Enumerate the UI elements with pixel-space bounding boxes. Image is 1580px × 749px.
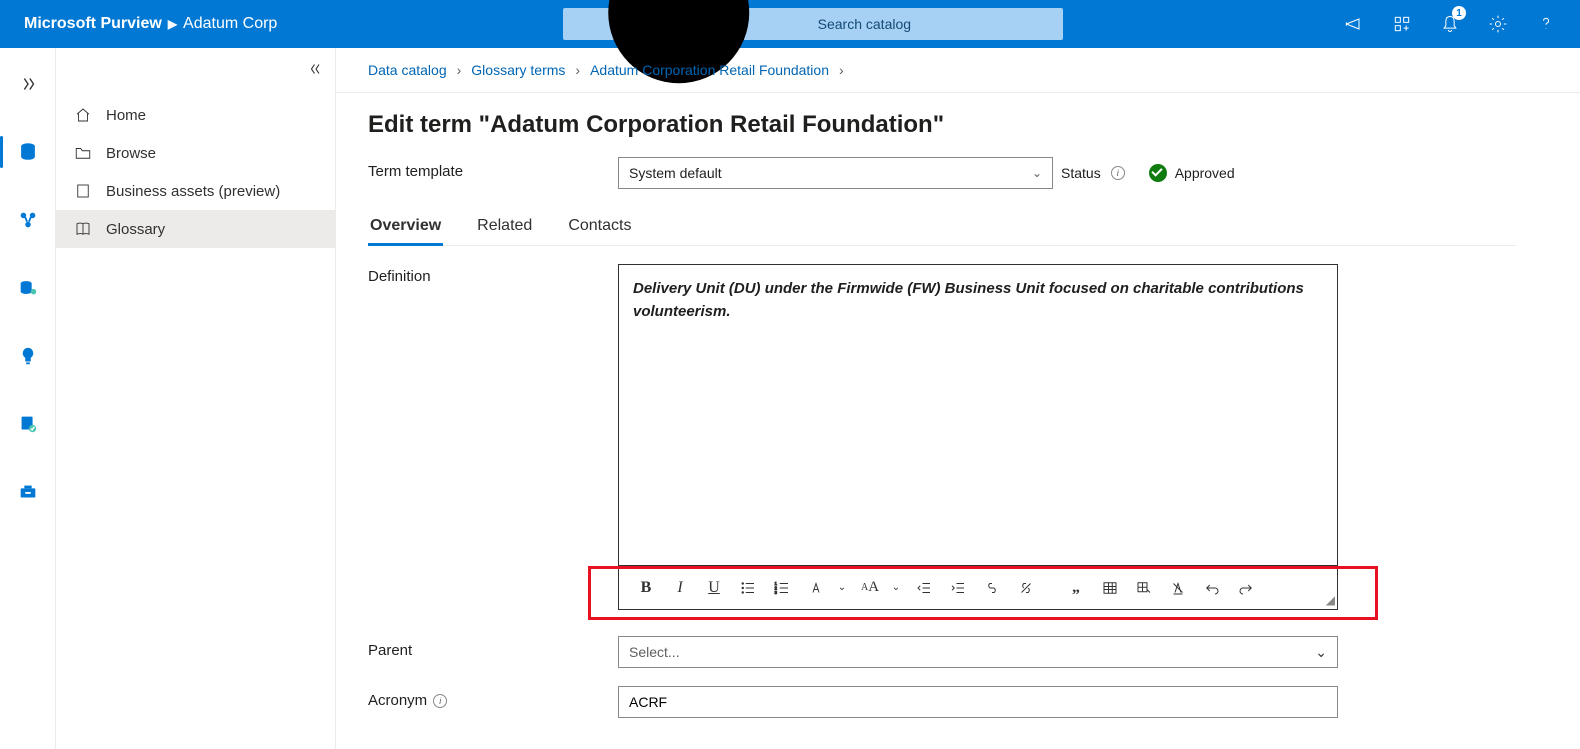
link-button[interactable] [979,574,1005,602]
undo-button[interactable] [1199,574,1225,602]
dropdown-value: System default [629,165,722,181]
chevron-right-icon: ▶ [168,17,177,31]
breadcrumb: Data catalog › Glossary terms › Adatum C… [336,48,1580,93]
select-placeholder: Select... [629,644,680,660]
settings-icon[interactable] [1476,0,1520,48]
app-header: Microsoft Purview ▶ Adatum Corp 1 [0,0,1580,48]
resize-handle-icon: ◢ [1326,593,1335,607]
underline-button[interactable]: U [701,574,727,602]
feedback-icon[interactable] [1332,0,1376,48]
parent-select[interactable]: Select... ⌄ [618,636,1338,668]
folder-icon [74,144,92,162]
acronym-label: Acronym i [368,686,618,709]
nav-item-browse[interactable]: Browse [56,134,335,172]
tab-related[interactable]: Related [475,207,534,245]
unlink-button[interactable] [1013,574,1039,602]
status-value: Approved [1175,165,1235,181]
rail-management-icon[interactable] [0,472,56,512]
svg-text:3: 3 [775,590,778,595]
chevron-down-icon: ⌄ [1315,644,1327,661]
nav-panel: Home Browse Business assets (preview) Gl… [56,48,336,749]
quote-button[interactable]: „ [1063,574,1089,602]
nav-item-label: Browse [106,145,156,162]
breadcrumb-link[interactable]: Adatum Corporation Retail Foundation [590,62,829,78]
acronym-input[interactable] [618,686,1338,718]
clear-format-button[interactable] [1165,574,1191,602]
term-template-label: Term template [368,157,618,180]
chevron-right-icon: › [575,62,580,78]
indent-button[interactable] [945,574,971,602]
info-icon[interactable]: i [1111,166,1125,180]
main-content: Data catalog › Glossary terms › Adatum C… [336,48,1580,749]
book-icon [74,220,92,238]
bold-button[interactable]: B [633,574,659,602]
rail-policy-icon[interactable] [0,404,56,444]
diagnostics-icon[interactable] [1380,0,1424,48]
tab-contacts[interactable]: Contacts [566,207,633,245]
notification-badge: 1 [1452,6,1466,20]
acronym-label-text: Acronym [368,692,427,709]
font-color-button[interactable] [803,574,829,602]
bullet-list-button[interactable] [735,574,761,602]
definition-textarea[interactable]: Delivery Unit (DU) under the Firmwide (F… [619,265,1337,565]
nav-item-glossary[interactable]: Glossary [56,210,335,248]
editor-toolbar: B I U 123 ⌄ AA ⌄ [619,565,1337,609]
help-icon[interactable] [1524,0,1568,48]
chevron-right-icon: › [839,62,844,78]
redo-button[interactable] [1233,574,1259,602]
definition-editor[interactable]: Delivery Unit (DU) under the Firmwide (F… [618,264,1338,610]
home-icon [74,106,92,124]
rail-data-share-icon[interactable] [0,268,56,308]
breadcrumb-link[interactable]: Data catalog [368,62,447,78]
nav-item-label: Business assets (preview) [106,183,280,200]
table-edit-button[interactable] [1131,574,1157,602]
tab-overview[interactable]: Overview [368,207,443,245]
search-input[interactable] [816,15,1053,33]
nav-item-label: Home [106,107,146,124]
checkmark-icon [1149,164,1167,182]
brand[interactable]: Microsoft Purview ▶ Adatum Corp [8,15,293,33]
page-title: Edit term "Adatum Corporation Retail Fou… [336,93,1580,145]
tabs: Overview Related Contacts [368,207,1516,246]
chevron-right-icon: › [457,62,462,78]
chevron-down-icon[interactable]: ⌄ [835,574,849,602]
chevron-down-icon[interactable]: ⌄ [889,574,903,602]
info-icon[interactable]: i [433,694,447,708]
term-template-dropdown[interactable]: System default ⌄ [618,157,1053,189]
left-rail [0,48,56,749]
rail-insights-icon[interactable] [0,336,56,376]
rail-data-catalog-icon[interactable] [0,132,56,172]
nav-collapse-icon[interactable] [307,60,325,81]
parent-label: Parent [368,636,618,659]
italic-button[interactable]: I [667,574,693,602]
numbered-list-button[interactable]: 123 [769,574,795,602]
search-box[interactable] [563,8,1063,40]
font-size-button[interactable]: AA [857,574,883,602]
tenant-name: Adatum Corp [183,15,277,33]
product-name: Microsoft Purview [24,15,162,33]
definition-label: Definition [368,264,618,610]
breadcrumb-link[interactable]: Glossary terms [471,62,565,78]
rail-data-map-icon[interactable] [0,200,56,240]
table-button[interactable] [1097,574,1123,602]
notifications-icon[interactable]: 1 [1428,0,1472,48]
outdent-button[interactable] [911,574,937,602]
nav-item-business-assets[interactable]: Business assets (preview) [56,172,335,210]
building-icon [74,182,92,200]
status-label: Status [1061,165,1101,181]
chevron-down-icon: ⌄ [1032,166,1042,180]
nav-item-label: Glossary [106,221,165,238]
nav-item-home[interactable]: Home [56,96,335,134]
rail-expand-icon[interactable] [0,64,56,104]
